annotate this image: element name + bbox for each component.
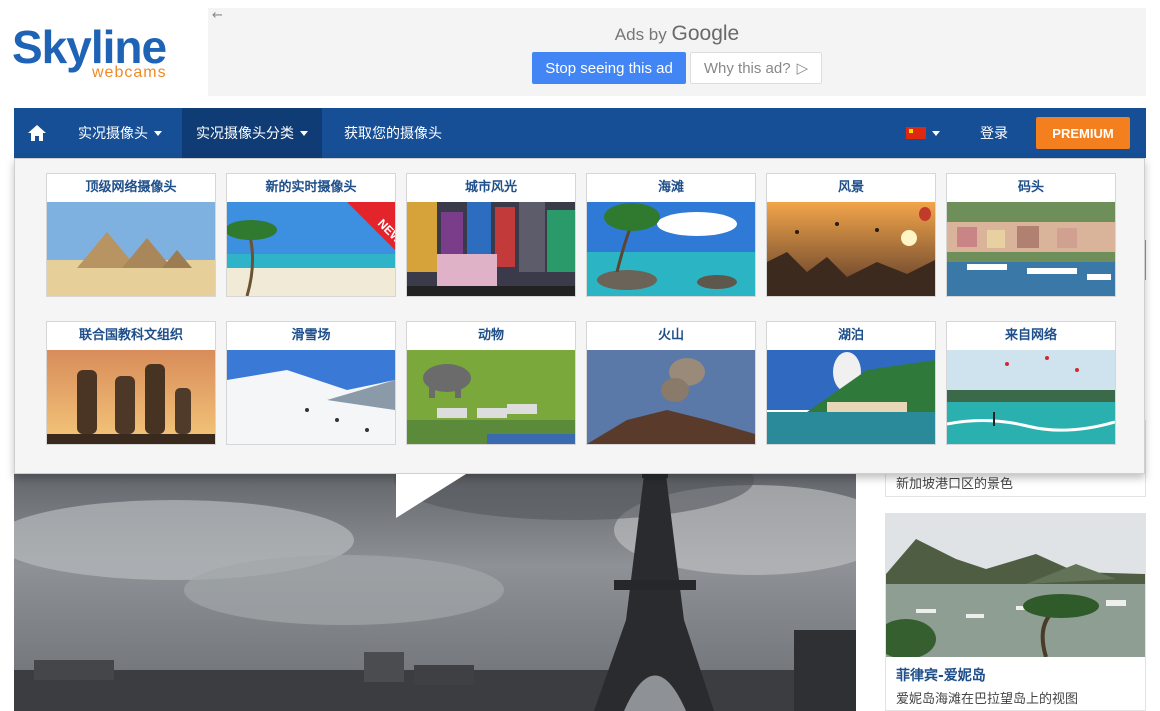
category-thumbnail <box>227 350 395 444</box>
category-beaches[interactable]: 海滩 <box>586 173 756 297</box>
category-label: 海滩 <box>657 180 684 195</box>
side-card-thumbnail[interactable] <box>886 514 1145 657</box>
login-label: 登录 <box>980 126 1008 142</box>
china-flag-icon <box>906 127 926 139</box>
category-thumbnail <box>407 350 575 444</box>
caret-down-icon <box>300 130 308 136</box>
play-outline-icon: ▷ <box>796 60 809 77</box>
premium-button[interactable]: PREMIUM <box>1036 117 1130 149</box>
category-label: 码头 <box>1017 180 1044 195</box>
side-card-title: 菲律宾-爱妮岛 <box>896 668 986 684</box>
ad-back-arrow-icon[interactable]: ← <box>212 8 223 23</box>
categories-dropdown: 顶级网络摄像头 新的实时摄像头 NEW 城市风光 海滩 风景 码头 联合国教科文… <box>14 158 1145 474</box>
category-label: 来自网络 <box>1004 328 1057 343</box>
speech-bubble-pointer <box>396 474 466 518</box>
caret-down-icon <box>154 130 162 136</box>
logo-subtext: webcams <box>92 64 167 81</box>
category-thumbnail <box>47 202 215 296</box>
category-cityscapes[interactable]: 城市风光 <box>406 173 576 297</box>
login-link[interactable]: 登录 <box>980 108 1008 158</box>
side-card-description: 爱妮岛海滩在巴拉望岛上的视图 <box>896 692 1079 707</box>
caret-down-icon <box>932 130 940 136</box>
category-thumbnail <box>587 202 755 296</box>
language-selector[interactable] <box>906 108 940 158</box>
nav-categories[interactable]: 实况摄像头分类 <box>182 108 322 158</box>
category-thumbnail <box>947 350 1115 444</box>
category-thumbnail <box>47 350 215 444</box>
page: Skyline webcams ← Ads by Google Stop see… <box>0 0 1160 711</box>
category-new-live-cams[interactable]: 新的实时摄像头 NEW <box>226 173 396 297</box>
side-card-description: 新加坡港口区的景色 <box>896 477 1014 492</box>
category-thumbnail <box>767 350 935 444</box>
ad-banner: ← Ads by Google Stop seeing this ad Why … <box>208 8 1146 96</box>
category-ski[interactable]: 滑雪场 <box>226 321 396 445</box>
category-animals[interactable]: 动物 <box>406 321 576 445</box>
category-harbors[interactable]: 码头 <box>946 173 1116 297</box>
ad-buttons: Stop seeing this ad Why this ad? ▷ <box>532 52 822 84</box>
main-navbar: 实况摄像头 实况摄像头分类 获取您的摄像头 登录 PREMIUM <box>14 108 1146 158</box>
category-label: 新的实时摄像头 <box>265 180 357 195</box>
nav-live-cams[interactable]: 实况摄像头 <box>64 108 176 158</box>
category-label: 城市风光 <box>464 180 517 195</box>
category-top-webcams[interactable]: 顶级网络摄像头 <box>46 173 216 297</box>
category-label: 风景 <box>837 180 864 195</box>
nav-get-your-cam[interactable]: 获取您的摄像头 <box>330 108 456 158</box>
category-thumbnail <box>587 350 755 444</box>
category-lakes[interactable]: 湖泊 <box>766 321 936 445</box>
category-label: 湖泊 <box>837 328 864 343</box>
category-label: 滑雪场 <box>291 328 331 343</box>
stop-seeing-ad-button[interactable]: Stop seeing this ad <box>532 52 686 84</box>
ads-by-label: Ads by <box>614 25 667 44</box>
ads-by-google: Ads by Google <box>208 22 1146 46</box>
category-landscapes[interactable]: 风景 <box>766 173 936 297</box>
category-label: 火山 <box>657 328 684 343</box>
category-thumbnail: NEW <box>227 202 395 296</box>
category-unesco[interactable]: 联合国教科文组织 <box>46 321 216 445</box>
category-thumbnail <box>767 202 935 296</box>
nav-get-cam-label: 获取您的摄像头 <box>344 126 442 142</box>
category-volcanoes[interactable]: 火山 <box>586 321 756 445</box>
nav-categories-label: 实况摄像头分类 <box>196 126 294 142</box>
category-thumbnail <box>947 202 1115 296</box>
category-thumbnail <box>407 202 575 296</box>
category-label: 动物 <box>477 328 504 343</box>
why-this-ad-button[interactable]: Why this ad? ▷ <box>690 52 822 84</box>
skyline-logo[interactable]: Skyline webcams <box>12 22 192 88</box>
why-this-ad-label: Why this ad? <box>703 59 791 77</box>
category-label: 顶级网络摄像头 <box>85 180 177 195</box>
google-label: Google <box>671 22 740 45</box>
category-from-web[interactable]: 来自网络 <box>946 321 1116 445</box>
nav-live-cams-label: 实况摄像头 <box>78 126 148 142</box>
side-card-el-nido[interactable]: 菲律宾-爱妮岛 爱妮岛海滩在巴拉望岛上的视图 <box>885 513 1146 711</box>
category-label: 联合国教科文组织 <box>78 328 183 343</box>
home-icon[interactable] <box>26 122 48 144</box>
